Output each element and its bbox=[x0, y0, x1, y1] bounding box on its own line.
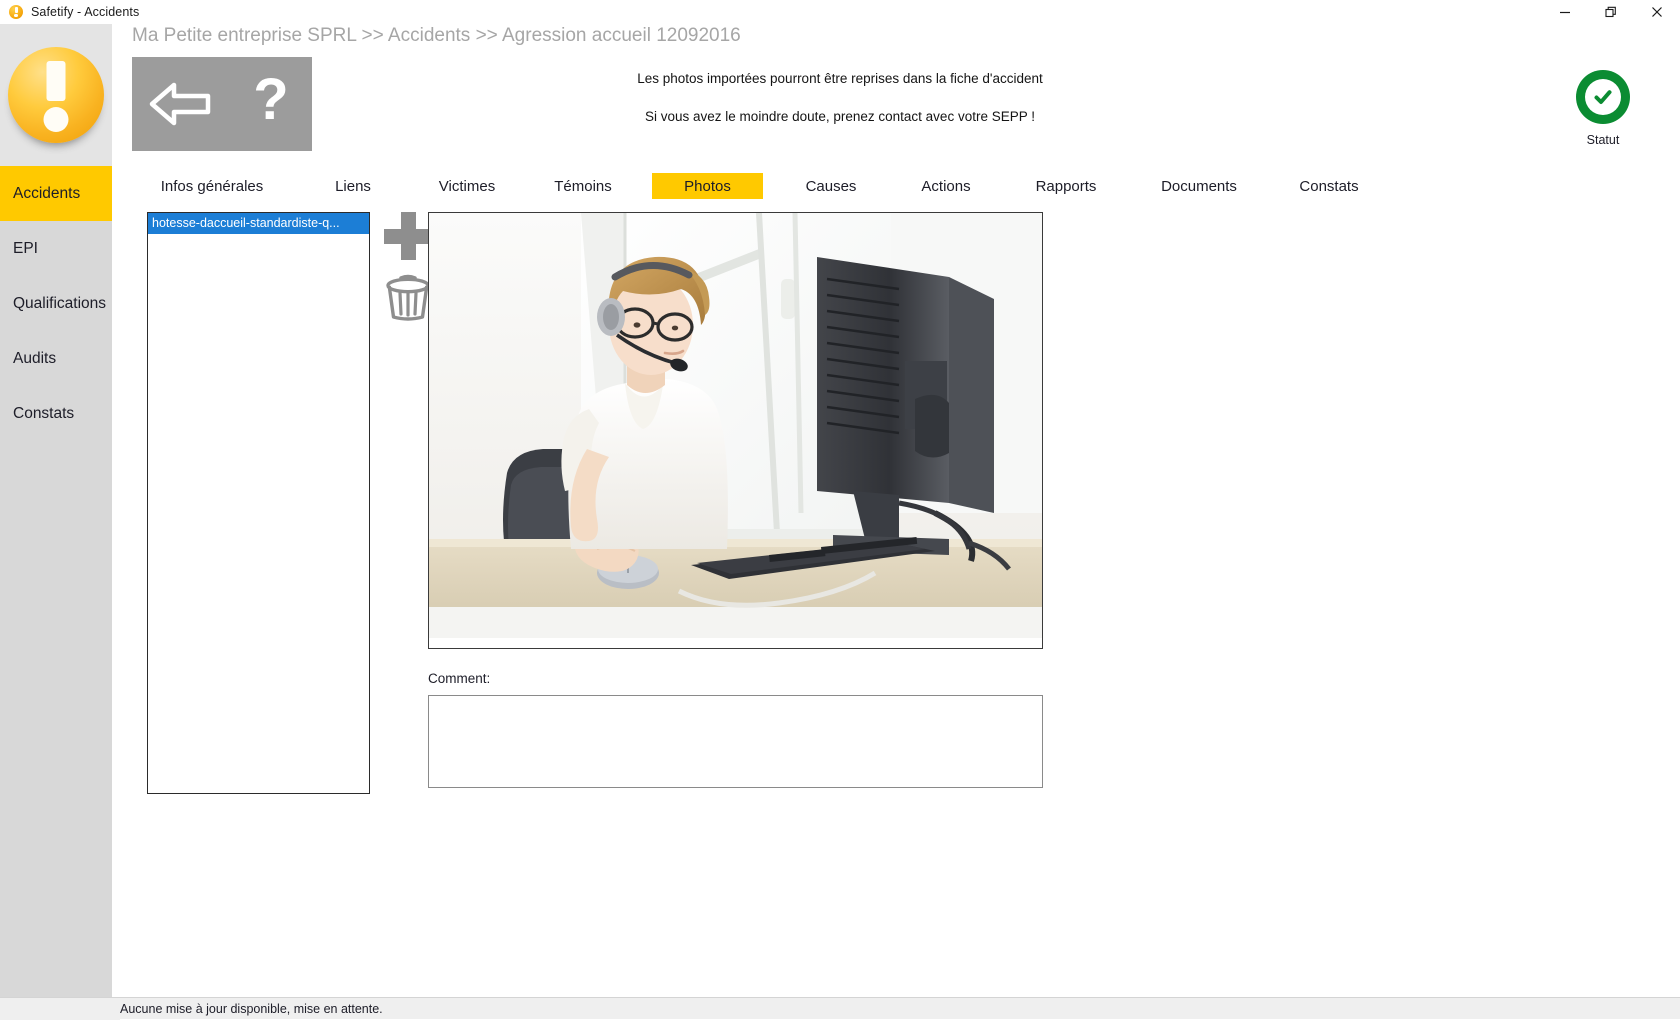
trash-icon bbox=[385, 273, 431, 321]
sidebar-item-constats[interactable]: Constats bbox=[0, 386, 112, 441]
status-badge[interactable]: Statut bbox=[1558, 70, 1648, 147]
sidebar-item-accidents[interactable]: Accidents bbox=[0, 166, 112, 221]
tab-actions[interactable]: Actions bbox=[896, 173, 996, 199]
help-button[interactable]: ? bbox=[245, 73, 297, 135]
svg-text:?: ? bbox=[253, 73, 288, 132]
tab-infos-generales[interactable]: Infos générales bbox=[132, 173, 292, 199]
sidebar-item-label: Accidents bbox=[13, 185, 80, 203]
sidebar-item-label: Qualifications bbox=[13, 295, 106, 313]
tab-label: Liens bbox=[335, 178, 371, 195]
status-badge-label: Statut bbox=[1587, 133, 1620, 147]
tab-label: Infos générales bbox=[161, 178, 264, 195]
restore-button[interactable] bbox=[1588, 0, 1634, 24]
tab-label: Photos bbox=[684, 178, 731, 195]
sidebar-item-label: Constats bbox=[13, 405, 74, 423]
close-button[interactable] bbox=[1634, 0, 1680, 24]
back-button[interactable] bbox=[148, 79, 214, 129]
window-title: Safetify - Accidents bbox=[31, 5, 139, 19]
back-arrow-icon bbox=[148, 79, 214, 129]
tab-label: Causes bbox=[806, 178, 857, 195]
sidebar-item-qualifications[interactable]: Qualifications bbox=[0, 276, 112, 331]
tab-rapports[interactable]: Rapports bbox=[1012, 173, 1120, 199]
instruction-line-2: Si vous avez le moindre doute, prenez co… bbox=[560, 108, 1120, 125]
tab-liens[interactable]: Liens bbox=[307, 173, 399, 199]
comment-label: Comment: bbox=[428, 671, 490, 686]
tab-bar: Infos générales Liens Victimes Témoins P… bbox=[132, 173, 1392, 201]
instruction-line-1: Les photos importées pourront être repri… bbox=[560, 70, 1120, 87]
list-item-label: hotesse-daccueil-standardiste-q... bbox=[152, 216, 340, 230]
photo-preview-image[interactable] bbox=[429, 213, 1042, 638]
breadcrumb: Ma Petite entreprise SPRL >> Accidents >… bbox=[132, 25, 741, 47]
photo-preview-panel bbox=[428, 212, 1043, 649]
minimize-button[interactable] bbox=[1542, 0, 1588, 24]
sidebar-item-label: EPI bbox=[13, 240, 38, 258]
add-photo-button[interactable] bbox=[384, 212, 432, 260]
app-icon bbox=[8, 4, 24, 20]
sidebar-item-epi[interactable]: EPI bbox=[0, 221, 112, 276]
tab-label: Documents bbox=[1161, 178, 1237, 195]
title-bar: Safetify - Accidents bbox=[0, 0, 1680, 24]
check-circle-icon bbox=[1576, 70, 1630, 124]
status-bar-message: Aucune mise à jour disponible, mise en a… bbox=[120, 1002, 383, 1016]
tab-temoins[interactable]: Témoins bbox=[532, 173, 634, 199]
status-bar-spacer bbox=[0, 998, 120, 1020]
tab-label: Rapports bbox=[1036, 178, 1097, 195]
tab-photos[interactable]: Photos bbox=[652, 173, 763, 199]
tab-victimes[interactable]: Victimes bbox=[414, 173, 520, 199]
window-controls bbox=[1542, 0, 1680, 24]
photo-file-list[interactable]: hotesse-daccueil-standardiste-q... bbox=[147, 212, 370, 794]
list-item[interactable]: hotesse-daccueil-standardiste-q... bbox=[148, 213, 369, 234]
tab-constats[interactable]: Constats bbox=[1276, 173, 1382, 199]
tab-causes[interactable]: Causes bbox=[782, 173, 880, 199]
status-bar: Aucune mise à jour disponible, mise en a… bbox=[0, 997, 1680, 1019]
tab-label: Actions bbox=[921, 178, 970, 195]
exclamation-ball-icon bbox=[8, 47, 104, 143]
tab-documents[interactable]: Documents bbox=[1138, 173, 1260, 199]
tab-label: Victimes bbox=[439, 178, 495, 195]
app-logo-block bbox=[0, 24, 112, 166]
navigation-block: ? bbox=[132, 57, 312, 151]
tab-label: Constats bbox=[1299, 178, 1358, 195]
comment-input[interactable] bbox=[428, 695, 1043, 788]
sidebar: Accidents EPI Qualifications Audits Cons… bbox=[0, 166, 112, 1004]
tab-label: Témoins bbox=[554, 178, 612, 195]
delete-photo-button[interactable] bbox=[385, 273, 431, 321]
sidebar-item-label: Audits bbox=[13, 350, 56, 368]
header-instructions: Les photos importées pourront être repri… bbox=[560, 70, 1120, 146]
question-mark-icon: ? bbox=[245, 73, 297, 135]
sidebar-item-audits[interactable]: Audits bbox=[0, 331, 112, 386]
